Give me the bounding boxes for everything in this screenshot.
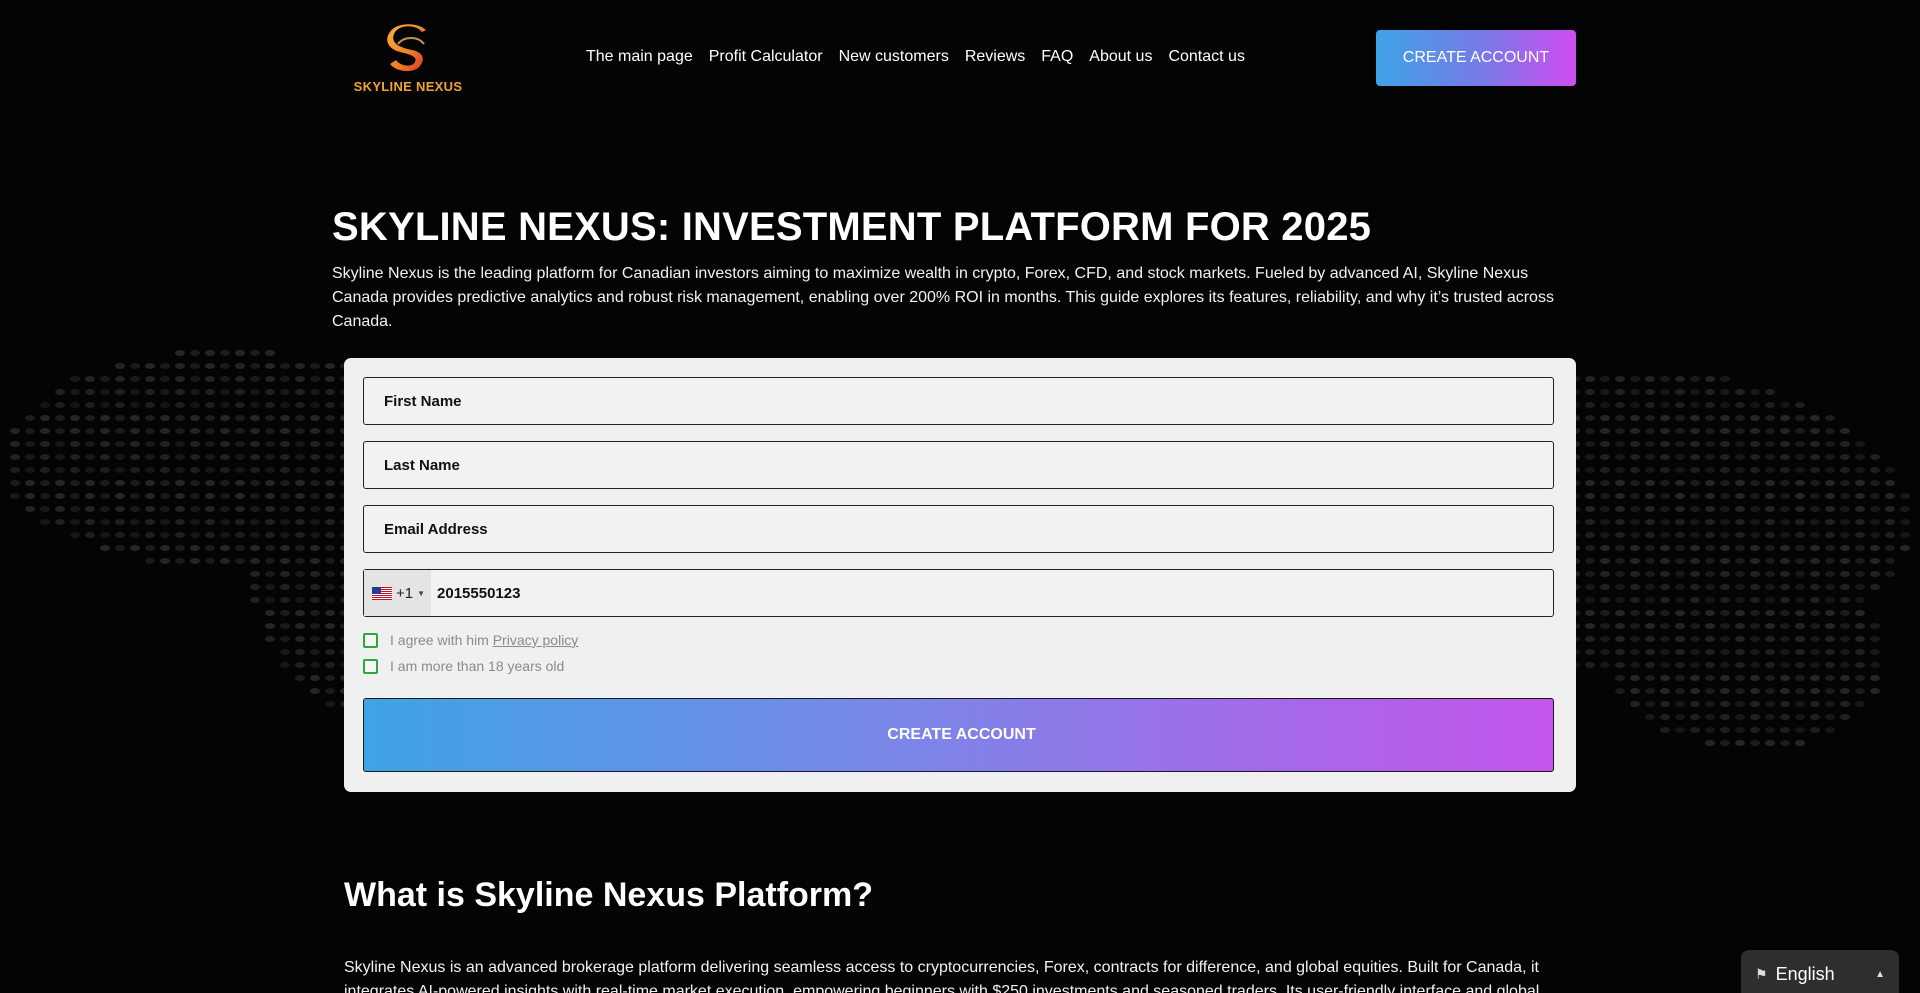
logo-s-icon: [387, 24, 426, 72]
first-name-input[interactable]: [364, 378, 1553, 424]
privacy-policy-link[interactable]: Privacy policy: [493, 632, 579, 648]
age-checkbox[interactable]: [363, 658, 378, 674]
nav-faq[interactable]: FAQ: [1041, 47, 1073, 67]
nav-new-customers[interactable]: New customers: [839, 47, 949, 67]
privacy-checkbox[interactable]: [363, 632, 378, 648]
section-heading: What is Skyline Nexus Platform?: [344, 876, 874, 914]
dial-code: +1: [396, 584, 414, 602]
site-header: SKYLINE NEXUS The main page Profit Calcu…: [0, 0, 1920, 116]
nav-about-us[interactable]: About us: [1089, 47, 1152, 67]
age-consent-row: I am more than 18 years old: [363, 658, 564, 674]
phone-input[interactable]: [431, 570, 1553, 616]
chevron-up-icon: ▲: [1875, 968, 1885, 980]
main-nav: The main page Profit Calculator New cust…: [586, 47, 1245, 67]
email-input[interactable]: [364, 506, 1553, 552]
page: SKYLINE NEXUS The main page Profit Calcu…: [0, 0, 1920, 993]
language-switcher[interactable]: ⚑ English ▲: [1741, 950, 1899, 993]
logo-text: SKYLINE NEXUS: [353, 79, 463, 94]
privacy-consent-row: I agree with him Privacy policy: [363, 632, 578, 648]
header-create-account-button[interactable]: CREATE ACCOUNT: [1376, 30, 1576, 86]
phone-field: +1 ▼: [363, 569, 1554, 617]
age-label: I am more than 18 years old: [390, 658, 565, 674]
chevron-down-icon: ▼: [417, 588, 426, 598]
country-code-selector[interactable]: +1 ▼: [364, 570, 432, 616]
nav-profit-calculator[interactable]: Profit Calculator: [709, 47, 823, 67]
submit-label: CREATE ACCOUNT: [887, 726, 1036, 743]
page-title: SKYLINE NEXUS: INVESTMENT PLATFORM FOR 2…: [332, 205, 1372, 249]
privacy-label: I agree with him: [390, 632, 489, 648]
email-field: [363, 505, 1554, 553]
last-name-input[interactable]: [364, 442, 1553, 488]
us-flag-icon: [372, 586, 392, 600]
nav-main-page[interactable]: The main page: [586, 47, 693, 67]
first-name-field: [363, 377, 1554, 425]
signup-form: +1 ▼ I agree with him Privacy policy I a…: [344, 358, 1576, 792]
hero-description: Skyline Nexus is the leading platform fo…: [332, 265, 1554, 330]
nav-contact-us[interactable]: Contact us: [1168, 47, 1244, 67]
last-name-field: [363, 441, 1554, 489]
language-label: English: [1775, 963, 1835, 984]
nav-reviews[interactable]: Reviews: [965, 47, 1025, 67]
logo[interactable]: SKYLINE NEXUS: [349, 22, 467, 100]
flag-icon: ⚑: [1755, 965, 1768, 982]
create-account-submit-button[interactable]: CREATE ACCOUNT: [363, 698, 1554, 772]
section-paragraph: Skyline Nexus is an advanced brokerage p…: [344, 959, 1540, 993]
